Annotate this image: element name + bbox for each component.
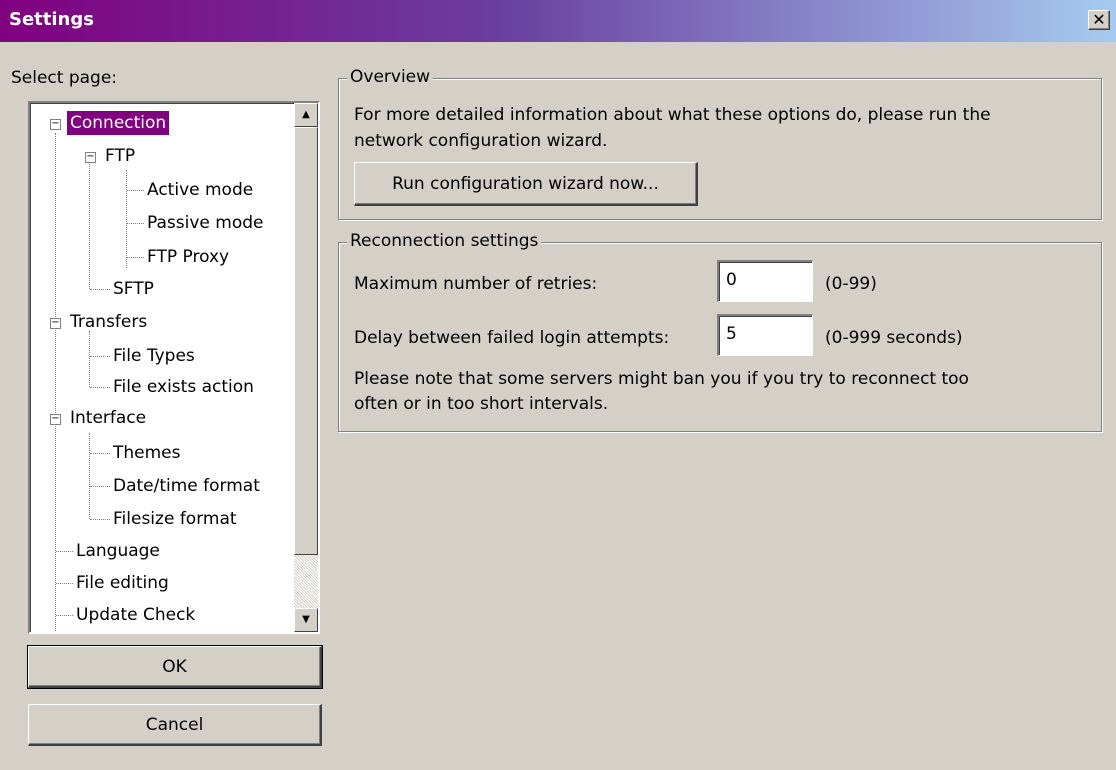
tree-item-passive-mode[interactable]: Passive mode (144, 208, 266, 238)
tree-item-sftp[interactable]: SFTP (110, 274, 157, 304)
note-line2: often or in too short intervals. (354, 394, 609, 414)
tree-line (89, 433, 90, 519)
settings-dialog: Settings ✕ Select page: − Connection − F… (0, 0, 1116, 770)
tree-line (127, 257, 144, 258)
tree-item-label: FTP Proxy (147, 247, 230, 267)
tree-item-label: Themes (113, 443, 181, 463)
tree-item-label: Passive mode (147, 213, 264, 233)
tree-line (127, 190, 144, 191)
tree-line (90, 387, 110, 388)
title-bar: Settings ✕ (0, 0, 1116, 42)
tree-item-active-mode[interactable]: Active mode (144, 175, 256, 205)
tree-line (56, 551, 73, 552)
reconnection-group: Reconnection settings Maximum number of … (338, 231, 1102, 432)
tree-line (127, 223, 144, 224)
tree-item-label: Connection (67, 111, 170, 135)
run-wizard-button[interactable]: Run configuration wizard now... (354, 162, 698, 206)
select-page-label: Select page: (11, 68, 118, 88)
scroll-thumb[interactable] (294, 127, 318, 555)
overview-text-line1: For more detailed information about what… (354, 105, 991, 125)
tree-line (90, 289, 110, 290)
tree-line (55, 133, 56, 632)
ok-button[interactable]: OK (27, 645, 323, 689)
tree-item-ftp-proxy[interactable]: FTP Proxy (144, 242, 232, 272)
retries-range: (0-99) (825, 274, 877, 294)
tree-line (90, 486, 110, 487)
window-title: Settings (9, 9, 94, 30)
retries-label: Maximum number of retries: (354, 274, 598, 294)
scroll-up-button[interactable]: ▲ (294, 103, 318, 127)
note-line1: Please note that some servers might ban … (354, 369, 969, 389)
cancel-button[interactable]: Cancel (28, 704, 322, 746)
overview-text-line2: network configuration wizard. (354, 131, 608, 151)
tree-item-label: Transfers (70, 312, 148, 332)
arrow-down-icon: ▼ (302, 614, 310, 625)
tree-item-interface[interactable]: − Interface (50, 403, 149, 433)
tree-line (90, 519, 110, 520)
reconnection-legend: Reconnection settings (347, 231, 542, 251)
tree-item-label: File editing (76, 573, 169, 593)
arrow-up-icon: ▲ (302, 109, 310, 120)
overview-group: Overview For more detailed information a… (338, 67, 1102, 220)
tree-line (90, 356, 110, 357)
tree-line (56, 615, 73, 616)
tree-line (89, 331, 90, 387)
tree-item-update-check[interactable]: Update Check (73, 600, 198, 630)
collapse-icon[interactable]: − (50, 318, 61, 329)
tree-item-language[interactable]: Language (73, 536, 163, 566)
close-button[interactable]: ✕ (1088, 10, 1110, 30)
tree-item-label: File Types (113, 346, 195, 366)
tree-line (126, 170, 127, 268)
delay-range: (0-999 seconds) (825, 328, 963, 348)
delay-label: Delay between failed login attempts: (354, 328, 670, 348)
tree-item-connection[interactable]: − Connection (50, 108, 170, 138)
tree-item-file-editing[interactable]: File editing (73, 568, 172, 598)
tree-line (89, 159, 90, 289)
tree-item-label: Language (76, 541, 160, 561)
collapse-icon[interactable]: − (50, 119, 61, 130)
retries-input[interactable]: 0 (717, 260, 813, 302)
overview-legend: Overview (347, 67, 434, 87)
tree-item-themes[interactable]: Themes (110, 438, 184, 468)
tree-item-label: Update Check (76, 605, 196, 625)
tree-line (90, 453, 110, 454)
page-tree[interactable]: − Connection − FTP Active mode Passive m… (28, 101, 320, 634)
close-icon: ✕ (1092, 10, 1106, 29)
tree-item-label: Filesize format (113, 509, 237, 529)
tree-item-label: FTP (105, 146, 136, 166)
tree-item-filesize-format[interactable]: Filesize format (110, 504, 240, 534)
tree-item-label: Date/time format (113, 476, 260, 496)
delay-input[interactable]: 5 (717, 314, 813, 356)
tree-item-label: Active mode (147, 180, 254, 200)
collapse-icon[interactable]: − (85, 152, 96, 163)
tree-item-datetime-format[interactable]: Date/time format (110, 471, 263, 501)
tree-item-transfers[interactable]: − Transfers (50, 307, 150, 337)
tree-item-file-exists-action[interactable]: File exists action (110, 372, 257, 402)
collapse-icon[interactable]: − (50, 414, 61, 425)
tree-item-label: Interface (70, 408, 147, 428)
tree-item-label: SFTP (113, 279, 154, 299)
tree-scrollbar[interactable]: ▲ ▼ (294, 103, 318, 632)
tree-item-file-types[interactable]: File Types (110, 341, 198, 371)
scroll-down-button[interactable]: ▼ (294, 608, 318, 632)
tree-item-ftp[interactable]: − FTP (85, 141, 138, 171)
tree-item-label: File exists action (113, 377, 254, 397)
tree-line (56, 583, 73, 584)
